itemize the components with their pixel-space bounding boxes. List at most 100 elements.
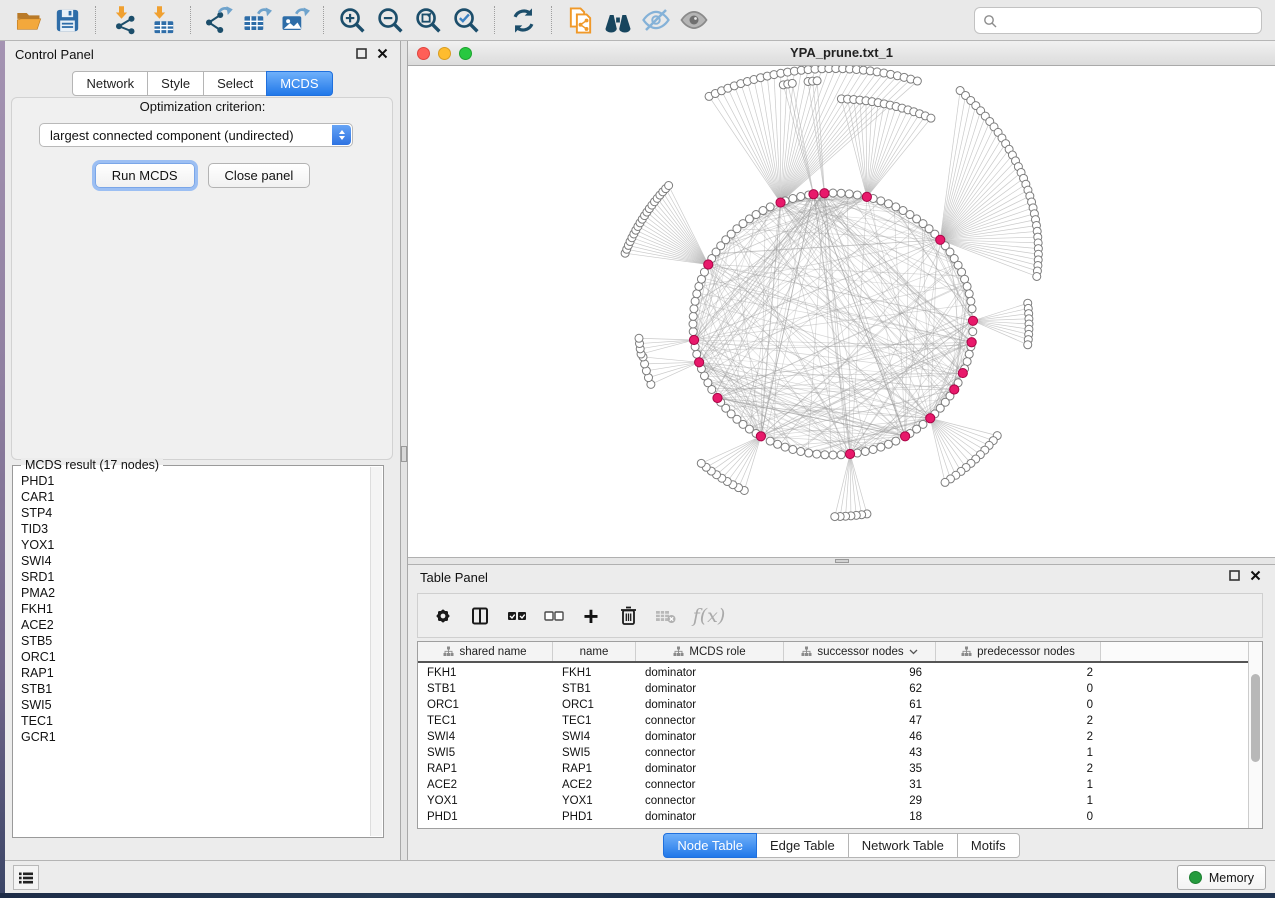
export-network-button[interactable] [202,3,236,37]
table-cell[interactable]: ORC1 [418,699,553,711]
refresh-button[interactable] [506,3,540,37]
table-cell[interactable]: SWI5 [418,747,553,759]
optimization-criterion-select[interactable]: largest connected component (undirected) [39,123,353,147]
table-cell[interactable]: PHD1 [418,811,553,823]
table-cell[interactable]: SWI4 [418,731,553,743]
table-cell[interactable]: connector [636,779,784,791]
table-cell[interactable]: 1 [936,779,1101,791]
mcds-result-item[interactable]: RAP1 [21,665,370,681]
table-cell[interactable]: YOX1 [418,795,553,807]
table-row[interactable]: RAP1RAP1dominator352 [418,761,1249,777]
table-cell[interactable]: dominator [636,731,784,743]
tab-network[interactable]: Network [72,71,148,96]
mcds-result-item[interactable]: STB1 [21,681,370,697]
column-header-successor-nodes[interactable]: successor nodes [784,642,936,661]
mcds-result-item[interactable]: SRD1 [21,569,370,585]
float-window-icon[interactable] [1229,570,1240,581]
column-header-predecessor-nodes[interactable]: predecessor nodes [936,642,1101,661]
delete-column-button[interactable] [613,601,643,631]
search-box[interactable] [974,7,1262,34]
column-header-mcds-role[interactable]: MCDS role [636,642,784,661]
table-cell[interactable]: connector [636,795,784,807]
close-panel-icon[interactable] [1250,570,1261,581]
table-cell[interactable]: 0 [936,811,1101,823]
tab-edge-table[interactable]: Edge Table [756,833,849,858]
table-cell[interactable]: YOX1 [553,795,636,807]
open-file-button[interactable] [12,3,46,37]
mcds-result-item[interactable]: ACE2 [21,617,370,633]
float-window-icon[interactable] [356,48,367,59]
splitter-grip[interactable] [401,446,407,462]
table-row[interactable]: ACE2ACE2connector311 [418,777,1249,793]
table-cell[interactable]: 18 [784,811,936,823]
deselect-all-rows-button[interactable] [539,601,569,631]
zoom-fit-button[interactable] [411,3,445,37]
run-mcds-button[interactable]: Run MCDS [95,163,195,188]
column-header-shared-name[interactable]: shared name [418,642,553,661]
tab-motifs[interactable]: Motifs [957,833,1020,858]
show-columns-button[interactable] [465,601,495,631]
table-row[interactable]: SWI5SWI5connector431 [418,745,1249,761]
delete-table-button[interactable] [650,601,680,631]
tab-style[interactable]: Style [147,71,204,96]
table-cell[interactable]: TEC1 [418,715,553,727]
table-cell[interactable]: SWI4 [553,731,636,743]
zoom-in-button[interactable] [335,3,369,37]
table-cell[interactable]: FKH1 [553,667,636,679]
zoom-selected-button[interactable] [449,3,483,37]
close-panel-button[interactable]: Close panel [208,163,311,188]
mcds-result-item[interactable]: YOX1 [21,537,370,553]
network-canvas[interactable] [408,66,1275,557]
table-cell[interactable]: 2 [936,731,1101,743]
splitter-grip[interactable] [835,559,849,563]
export-table-button[interactable] [240,3,274,37]
table-cell[interactable]: RAP1 [418,763,553,775]
table-cell[interactable]: connector [636,747,784,759]
table-scrollbar[interactable] [1248,642,1262,828]
table-cell[interactable]: 1 [936,795,1101,807]
status-menu-button[interactable] [13,865,39,890]
table-settings-button[interactable] [428,601,458,631]
table-cell[interactable]: 2 [936,763,1101,775]
table-cell[interactable]: ACE2 [553,779,636,791]
mcds-result-item[interactable]: PHD1 [21,473,370,489]
table-cell[interactable]: 31 [784,779,936,791]
memory-button[interactable]: Memory [1177,865,1266,890]
save-session-button[interactable] [50,3,84,37]
table-cell[interactable]: 96 [784,667,936,679]
mcds-result-item[interactable]: FKH1 [21,601,370,617]
mcds-list-scrollbar[interactable] [370,467,382,836]
table-row[interactable]: FKH1FKH1dominator962 [418,665,1249,681]
network-graph[interactable] [408,66,1275,557]
table-cell[interactable]: 62 [784,683,936,695]
table-cell[interactable]: ACE2 [418,779,553,791]
mcds-result-item[interactable]: TEC1 [21,713,370,729]
table-cell[interactable]: dominator [636,699,784,711]
add-column-button[interactable]: + [576,601,606,631]
select-all-rows-button[interactable] [502,601,532,631]
table-cell[interactable]: 29 [784,795,936,807]
table-cell[interactable]: 0 [936,699,1101,711]
table-cell[interactable]: 2 [936,715,1101,727]
table-cell[interactable]: 2 [936,667,1101,679]
tab-mcds[interactable]: MCDS [266,71,332,96]
table-cell[interactable]: 47 [784,715,936,727]
export-image-button[interactable] [278,3,312,37]
table-cell[interactable]: 35 [784,763,936,775]
table-cell[interactable]: 0 [936,683,1101,695]
mcds-result-item[interactable]: TID3 [21,521,370,537]
table-cell[interactable]: RAP1 [553,763,636,775]
show-all-button[interactable] [677,3,711,37]
mcds-result-item[interactable]: CAR1 [21,489,370,505]
mcds-result-item[interactable]: PMA2 [21,585,370,601]
table-cell[interactable]: 1 [936,747,1101,759]
mcds-result-item[interactable]: GCR1 [21,729,370,745]
table-row[interactable]: STB1STB1dominator620 [418,681,1249,697]
mcds-result-item[interactable]: ORC1 [21,649,370,665]
table-cell[interactable]: ORC1 [553,699,636,711]
import-network-button[interactable] [107,3,141,37]
table-cell[interactable]: 46 [784,731,936,743]
table-cell[interactable]: dominator [636,811,784,823]
table-row[interactable]: SWI4SWI4dominator462 [418,729,1249,745]
table-cell[interactable]: 61 [784,699,936,711]
